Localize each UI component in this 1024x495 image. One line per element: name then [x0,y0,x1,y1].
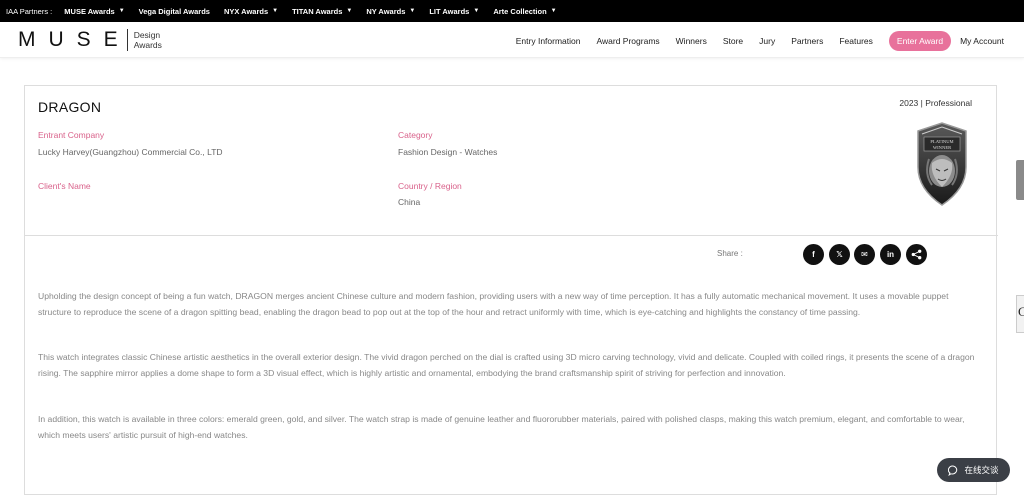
facebook-share-button[interactable]: f [803,244,824,265]
category-value: Fashion Design - Watches [398,147,498,157]
partner-muse-awards[interactable]: MUSE Awards ▼ [64,7,124,16]
caret-down-icon: ▼ [550,8,557,14]
partner-titan-awards[interactable]: TITAN Awards ▼ [292,7,352,16]
partner-lit-awards[interactable]: LIT Awards ▼ [429,7,479,16]
share-icon [911,249,922,260]
partner-label: Vega Digital Awards [138,6,210,16]
country-label: Country / Region [398,181,462,191]
badge-text-line1: PLATINUM [930,139,953,144]
nav-partners[interactable]: Partners [791,36,823,46]
partner-label: TITAN Awards [292,6,343,16]
partner-bar-label: IAA Partners : [6,6,53,16]
description-paragraph-3: In addition, this watch is available in … [38,414,965,440]
enter-award-button[interactable]: Enter Award [888,31,952,51]
logo-subtitle: Design Awards [134,30,162,50]
partner-vega-digital-awards[interactable]: Vega Digital Awards [139,7,210,16]
caret-down-icon: ▼ [473,8,480,14]
partner-label: NY Awards [366,6,406,16]
country-value: China [398,197,421,207]
site-header: MUSE Design Awards Entry Information Awa… [0,22,1024,58]
entry-title: DRAGON [38,99,102,115]
caret-down-icon: ▼ [118,8,125,14]
client-name-label: Client's Name [38,181,91,191]
chat-bubble-icon [948,465,958,476]
edge-panel-thumb[interactable]: C [1016,295,1024,333]
facebook-icon: f [812,250,815,259]
x-share-button[interactable]: 𝕏 [829,244,850,265]
nav-features[interactable]: Features [839,36,873,46]
edge-panel-letter: C [1018,304,1024,319]
partner-label: LIT Awards [429,6,470,16]
logo-wordmark: MUSE [18,28,131,51]
linkedin-icon: in [886,250,895,259]
badge-text-line2: WINNER [933,145,952,150]
caret-down-icon: ▼ [409,8,416,14]
partner-bar: IAA Partners : MUSE Awards ▼ Vega Digital… [0,0,1024,22]
description-paragraph-2: This watch integrates classic Chinese ar… [38,352,975,378]
logo-divider [126,29,128,51]
entry-year-level: 2023 | Professional [899,98,972,108]
partner-arte-collection[interactable]: Arte Collection ▼ [493,7,556,16]
partner-label: NYX Awards [223,6,269,16]
generic-share-button[interactable] [906,244,927,265]
main-nav: Entry Information Award Programs Winners… [500,31,1004,51]
linkedin-share-button[interactable]: in [880,244,901,265]
partner-nyx-awards[interactable]: NYX Awards ▼ [224,7,278,16]
my-account-link[interactable]: My Account [960,36,1004,46]
nav-store[interactable]: Store [723,36,743,46]
logo-sub-line2: Awards [133,40,162,50]
email-share-button[interactable]: ✉ [854,244,875,265]
chat-label: 在线交谈 [964,465,999,475]
entry-card: DRAGON 2023 | Professional Entrant Compa… [24,85,998,495]
card-divider [25,235,998,236]
partner-label: MUSE Awards [64,6,115,16]
nav-winners[interactable]: Winners [676,36,707,46]
muse-logo[interactable]: MUSE Design Awards [18,28,162,52]
caret-down-icon: ▼ [272,8,279,14]
platinum-winner-badge-icon: PLATINUM WINNER [917,122,967,206]
logo-sub-line1: Design [133,30,161,40]
edge-image-thumb[interactable] [1016,160,1024,200]
x-icon: 𝕏 [836,250,843,259]
partner-label: Arte Collection [493,6,547,16]
share-label: Share : [717,249,743,258]
email-icon: ✉ [861,250,868,259]
caret-down-icon: ▼ [346,8,353,14]
description-paragraph-1: Upholding the design concept of being a … [38,291,949,317]
nav-award-programs[interactable]: Award Programs [597,36,660,46]
nav-jury[interactable]: Jury [759,36,775,46]
entrant-company-label: Entrant Company [38,130,105,140]
category-label: Category [398,130,433,140]
partner-ny-awards[interactable]: NY Awards ▼ [366,7,415,16]
live-chat-button[interactable]: 在线交谈 [937,458,1010,482]
nav-entry-information[interactable]: Entry Information [516,36,581,46]
entrant-company-value: Lucky Harvey(Guangzhou) Commercial Co., … [38,147,223,157]
